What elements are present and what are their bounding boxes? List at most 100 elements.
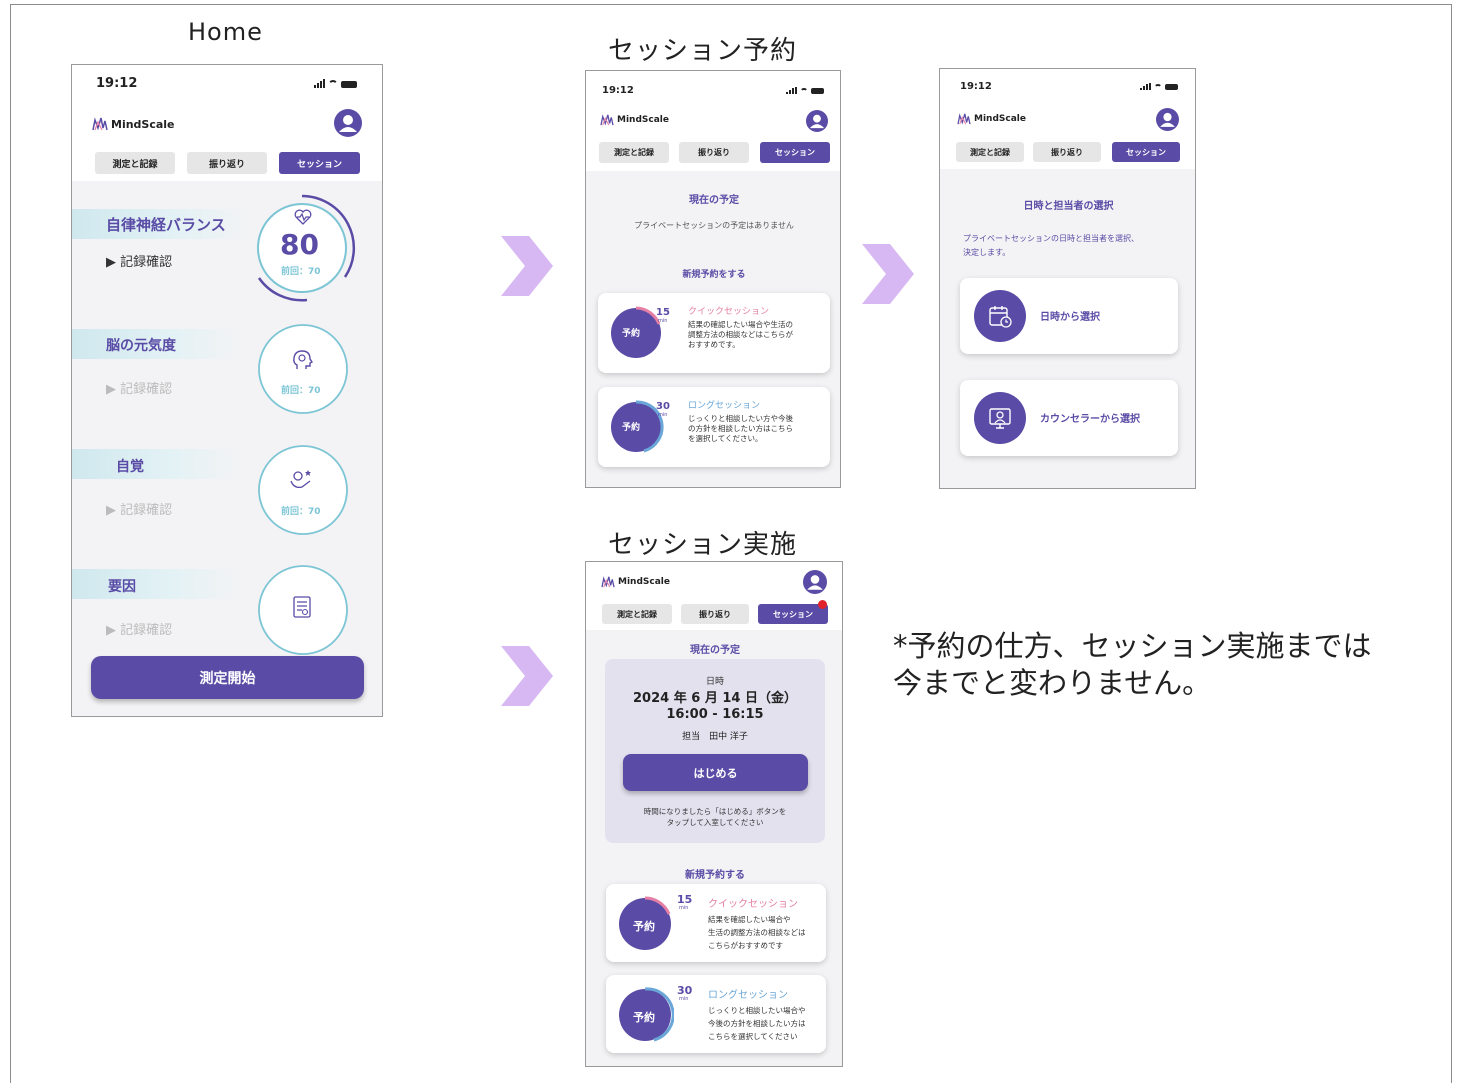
logo-icon: [601, 576, 615, 588]
status-time: 19:12: [602, 85, 634, 96]
avatar[interactable]: [1156, 108, 1179, 131]
awareness-prev: 前回：70: [281, 507, 321, 517]
by-counselor-label: カウンセラーから選択: [1040, 414, 1140, 425]
factor-title: 要因: [108, 579, 136, 595]
flow-arrow-icon: [501, 236, 553, 296]
quick-desc-3: おすすめです。: [688, 340, 740, 349]
tab-measure-record[interactable]: 測定と記録: [956, 142, 1024, 162]
session-section-title: セッション実施: [608, 530, 798, 560]
status-time: 19:12: [96, 76, 138, 91]
logo-icon: [600, 114, 614, 126]
quick-title: クイックセッション: [708, 899, 798, 910]
long-title: ロングセッション: [688, 401, 761, 411]
brain-head-icon: [293, 350, 314, 369]
note-line-1: *予約の仕方、セッション実施までは: [893, 629, 1372, 663]
quick-desc-1: 結果の確認したい場合や生活の: [688, 320, 793, 329]
signal-icon: [1140, 83, 1151, 90]
tab-session[interactable]: セッション: [279, 152, 360, 174]
tab-measure-record[interactable]: 測定と記録: [599, 142, 669, 163]
status-icons: [314, 79, 357, 88]
app-logo: MindScale: [92, 117, 175, 131]
long-desc-3: こちらを選択してください: [708, 1032, 798, 1041]
awareness-title: 自覚: [116, 459, 144, 475]
quick-desc-1: 結果を確認したい場合や: [708, 915, 791, 924]
tab-review[interactable]: 振り返り: [681, 604, 749, 624]
brain-title: 脳の元気度: [106, 338, 176, 354]
new-booking-heading: 新規予約をする: [682, 270, 746, 280]
logo-text: MindScale: [618, 577, 670, 587]
awareness-record-link[interactable]: ▶ 記録確認: [106, 499, 172, 518]
logo-text: MindScale: [111, 117, 175, 131]
no-schedule-text: プライベートセッションの予定はありません: [634, 221, 794, 230]
quick-session-card[interactable]: 予約 15 min クイックセッション 結果を確認したい場合や 生活の調整方法の…: [606, 884, 826, 962]
start-session-button[interactable]: はじめる: [623, 754, 808, 791]
tab-review[interactable]: 振り返り: [679, 142, 749, 163]
calendar-clock-icon: [974, 290, 1026, 342]
tab-measure-record[interactable]: 測定と記録: [95, 152, 175, 174]
avatar[interactable]: [334, 109, 362, 137]
long-minutes: 30: [656, 401, 670, 412]
instruction-1: 時間になりましたら「はじめる」ボタンを: [643, 807, 787, 816]
start-measure-button[interactable]: 測定開始: [91, 656, 364, 699]
user-icon: [809, 114, 825, 129]
tab-review[interactable]: 振り返り: [1033, 142, 1101, 162]
tab-measure-record[interactable]: 測定と記録: [602, 604, 672, 624]
item-band: [72, 569, 242, 599]
reserve-label: 予約: [622, 329, 641, 339]
brain-record-link[interactable]: ▶ 記録確認: [106, 378, 172, 397]
app-logo: MindScale: [957, 113, 1026, 125]
logo-icon: [957, 113, 971, 125]
date-label: 日時: [705, 677, 724, 687]
new-booking-heading: 新規予約する: [685, 870, 745, 881]
tab-session[interactable]: セッション: [1112, 142, 1180, 162]
quick-min-unit: min: [679, 905, 689, 911]
long-session-card[interactable]: 予約 30 min ロングセッション じっくりと相談したい方や今後 の方針を相談…: [598, 387, 830, 467]
status-icons: [1140, 83, 1178, 90]
quick-min-unit: min: [658, 318, 668, 324]
report-icon: [293, 596, 311, 618]
booking-section-title: セッション予約: [608, 36, 798, 66]
brain-prev: 前回：70: [281, 386, 321, 396]
quick-desc-3: こちらがおすすめです: [708, 941, 783, 950]
select-phone-screen: 19:12 MindScale 測定と記録 振り返り セッション 日時と担当者の…: [939, 68, 1196, 489]
counselor-icon: [974, 392, 1026, 444]
long-session-card[interactable]: 予約 30 min ロングセッション じっくりと相談したい場合や 今後の方針を相…: [606, 975, 826, 1053]
home-section-title: Home: [188, 18, 263, 46]
user-icon: [1160, 112, 1175, 127]
logo-text: MindScale: [617, 115, 669, 125]
select-by-date-card[interactable]: 日時から選択: [960, 278, 1178, 354]
app-logo: MindScale: [600, 114, 669, 126]
avatar[interactable]: [803, 570, 827, 594]
home-phone-screen: 19:12 MindScale 測定と記録 振り返り セッション 自律神経バラン…: [71, 64, 383, 717]
avatar[interactable]: [806, 110, 828, 132]
reserve-label: 予約: [633, 1011, 655, 1024]
select-by-counselor-card[interactable]: カウンセラーから選択: [960, 380, 1178, 456]
reserve-label: 予約: [633, 920, 655, 933]
tab-session[interactable]: セッション: [760, 142, 830, 163]
self-awareness-icon: [290, 470, 311, 489]
long-desc-2: の方針を相談したい方はこちら: [688, 424, 793, 433]
tab-review[interactable]: 振り返り: [187, 152, 267, 174]
booking-phone-screen: 19:12 MindScale 測定と記録 振り返り セッション 現在の予定 プ…: [585, 70, 841, 488]
factor-record-link[interactable]: ▶ 記録確認: [106, 619, 172, 638]
signal-icon: [314, 79, 325, 88]
signal-icon: [786, 87, 797, 94]
quick-desc-2: 調整方法の相談などはこちらが: [688, 330, 793, 339]
heart-rate-icon: [294, 209, 312, 225]
flow-arrow-icon: [501, 646, 553, 706]
battery-icon: [1165, 84, 1178, 90]
quick-title: クイックセッション: [688, 307, 770, 317]
balance-record-link[interactable]: ▶ 記録確認: [106, 251, 172, 270]
long-desc-3: を選択してください。: [688, 434, 763, 443]
session-time: 16:00 - 16:15: [666, 707, 764, 722]
quick-session-card[interactable]: 予約 15 min クイックセッション 結果の確認したい場合や生活の 調整方法の…: [598, 293, 830, 373]
tab-session[interactable]: セッション: [758, 604, 828, 624]
battery-icon: [811, 88, 824, 94]
instruction-2: タップして入室してください: [666, 818, 764, 827]
select-desc-2: 決定します。: [963, 248, 1011, 257]
status-time: 19:12: [960, 81, 992, 92]
user-icon: [339, 115, 357, 132]
long-desc-1: じっくりと相談したい方や今後: [688, 414, 793, 423]
quick-minutes: 15: [656, 307, 670, 318]
long-desc-2: 今後の方針を相談したい方は: [708, 1019, 806, 1028]
